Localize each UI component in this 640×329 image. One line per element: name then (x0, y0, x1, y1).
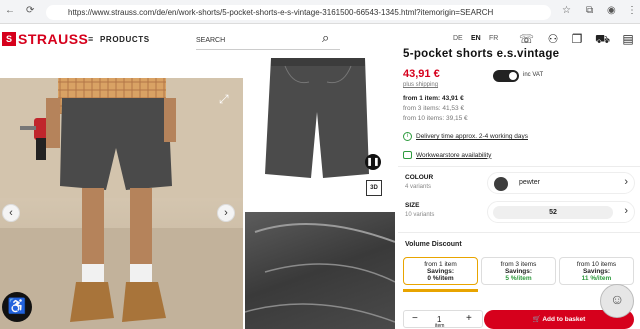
quantity-unit: item (435, 323, 445, 329)
gallery-prev-button[interactable]: ‹ (2, 204, 20, 222)
accessibility-button[interactable]: ♿ (2, 292, 32, 322)
model-photo-illustration (0, 78, 243, 329)
product-title: 5-pocket shorts e.s.vintage (403, 48, 560, 60)
chevron-right-icon: › (624, 176, 628, 188)
selected-indicator (403, 289, 478, 292)
back-icon[interactable]: ← (5, 4, 15, 18)
vat-toggle[interactable] (493, 70, 519, 82)
discount-savings: 5 %/item (505, 275, 532, 282)
colour-variants: 4 variants (405, 184, 432, 190)
minus-icon[interactable]: − (412, 313, 418, 324)
logo-text: STRAUSS (18, 31, 89, 47)
extensions-icon[interactable]: ⧉ (586, 4, 593, 18)
browser-toolbar: ← ⟳ ⊜ https://www.strauss.com/de/en/work… (0, 0, 640, 24)
lang-en[interactable]: EN (471, 35, 481, 42)
search-icon[interactable]: ⌕ (322, 30, 329, 46)
availability-text: Workwearstore availability (416, 151, 492, 159)
discount-option[interactable]: from 10 items Savings: 11 %/item (559, 257, 634, 285)
colour-selector[interactable]: pewter › (487, 172, 635, 194)
size-value: 52 (493, 206, 613, 219)
lang-fr[interactable]: FR (489, 35, 498, 42)
discount-option[interactable]: from 1 item Savings: 0 %/item (403, 257, 478, 285)
discount-qty: from 10 items (576, 261, 617, 268)
chevron-right-icon: › (624, 205, 628, 217)
product-price: 43,91 € (403, 68, 440, 80)
reload-icon[interactable]: ⟳ (26, 4, 34, 18)
info-icon: i (403, 132, 412, 141)
product-details-panel: 5-pocket shorts e.s.vintage 43,91 € plus… (398, 48, 640, 329)
size-label: SIZE (405, 202, 420, 209)
logo-mark: S (2, 32, 16, 46)
hamburger-icon[interactable]: ≡ (88, 34, 93, 44)
plus-icon[interactable]: + (466, 313, 472, 324)
products-menu[interactable]: PRODUCTS (100, 35, 150, 44)
colour-swatch (494, 177, 508, 191)
divider (398, 232, 640, 233)
wishlist-icon[interactable]: ❐ (570, 32, 584, 46)
gallery-next-button[interactable]: › (217, 204, 235, 222)
account-icon[interactable]: ⚇ (546, 32, 560, 46)
discount-qty: from 3 items (500, 261, 537, 268)
discount-qty: from 1 item (424, 261, 457, 268)
basket-icon[interactable]: ⛟ (595, 32, 610, 46)
profile-icon[interactable]: ◉ (607, 4, 616, 18)
discount-savings-label: Savings: (504, 268, 533, 275)
discount-savings: 0 %/item (427, 275, 454, 282)
chat-icon: ☺ (610, 291, 625, 307)
divider (398, 166, 640, 167)
price-tier: from 3 items: 41,53 € (403, 105, 465, 112)
product-thumbnail[interactable]: ❚❚ 3D (245, 52, 395, 210)
address-bar[interactable]: ⊜ https://www.strauss.com/de/en/work-sho… (46, 5, 551, 20)
bookmark-star-icon[interactable]: ☆ (562, 4, 571, 18)
price-tier: from 10 items: 39,15 € (403, 115, 468, 122)
store-icon (403, 151, 412, 159)
menu-grid-icon[interactable]: ▤ (621, 32, 635, 46)
expand-icon[interactable]: ⤢ (219, 92, 229, 107)
delivery-text: Delivery time approx. 2-4 working days (416, 133, 528, 140)
colour-value: pewter (519, 179, 541, 186)
view-3d-button[interactable]: 3D (366, 180, 382, 196)
search-input[interactable]: SEARCH (196, 34, 340, 50)
lang-de[interactable]: DE (453, 35, 463, 42)
product-main-image[interactable]: ⤢ (0, 78, 243, 329)
menu-icon[interactable]: ⋮ (627, 4, 637, 18)
volume-discount-heading: Volume Discount (405, 241, 462, 248)
discount-savings-label: Savings: (582, 268, 611, 275)
shipping-link[interactable]: plus shipping (403, 82, 438, 88)
add-to-basket-label: Add to basket (542, 316, 586, 323)
delivery-info[interactable]: i Delivery time approx. 2-4 working days (403, 132, 528, 141)
strauss-logo[interactable]: S STRAUSS (2, 31, 88, 47)
size-selector[interactable]: 52 › (487, 201, 635, 223)
discount-savings: 11 %/item (581, 275, 612, 282)
store-availability[interactable]: Workwearstore availability (403, 151, 491, 159)
cart-icon: 🛒 (532, 316, 543, 323)
service-icon[interactable]: ☏ (519, 32, 534, 46)
product-detail-image[interactable] (245, 212, 395, 329)
quantity-stepper[interactable]: − 1 item + (403, 310, 483, 329)
pause-icon[interactable]: ❚❚ (365, 154, 381, 170)
colour-label: COLOUR (405, 174, 434, 181)
vat-label: inc VAT (523, 72, 544, 78)
size-variants: 10 variants (405, 212, 435, 218)
discount-option[interactable]: from 3 items Savings: 5 %/item (481, 257, 556, 285)
url-text: https://www.strauss.com/de/en/work-short… (68, 8, 494, 17)
fabric-closeup-illustration (245, 223, 395, 323)
chat-widget-button[interactable]: ☺ (600, 284, 634, 318)
discount-savings-label: Savings: (426, 268, 455, 275)
price-tier: from 1 item: 43,91 € (403, 95, 464, 102)
